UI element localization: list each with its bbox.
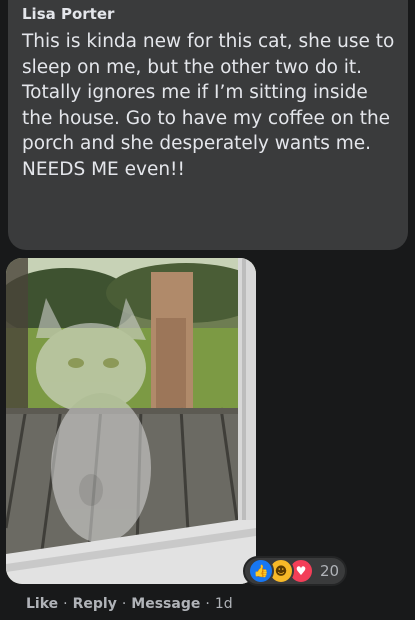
comment-author[interactable]: Lisa Porter xyxy=(22,4,396,24)
comment-photo[interactable] xyxy=(6,258,256,584)
reaction-count: 20 xyxy=(320,562,340,580)
comment-timestamp[interactable]: 1d xyxy=(215,596,233,612)
cat-at-window-photo xyxy=(6,258,256,584)
comment-text: This is kinda new for this cat, she use … xyxy=(22,31,395,180)
like-link[interactable]: Like xyxy=(26,596,58,612)
separator: · xyxy=(205,596,210,612)
reactions-summary[interactable]: 👍 ☻ ♥ 20 xyxy=(243,556,347,586)
comment-actions: Like · Reply · Message · 1d xyxy=(26,596,233,612)
separator: · xyxy=(63,596,68,612)
comment-bubble: Lisa Porter This is kinda new for this c… xyxy=(8,0,408,250)
message-link[interactable]: Message xyxy=(131,596,200,612)
reply-link[interactable]: Reply xyxy=(73,596,117,612)
separator: · xyxy=(121,596,127,612)
like-icon: 👍 xyxy=(248,558,274,584)
